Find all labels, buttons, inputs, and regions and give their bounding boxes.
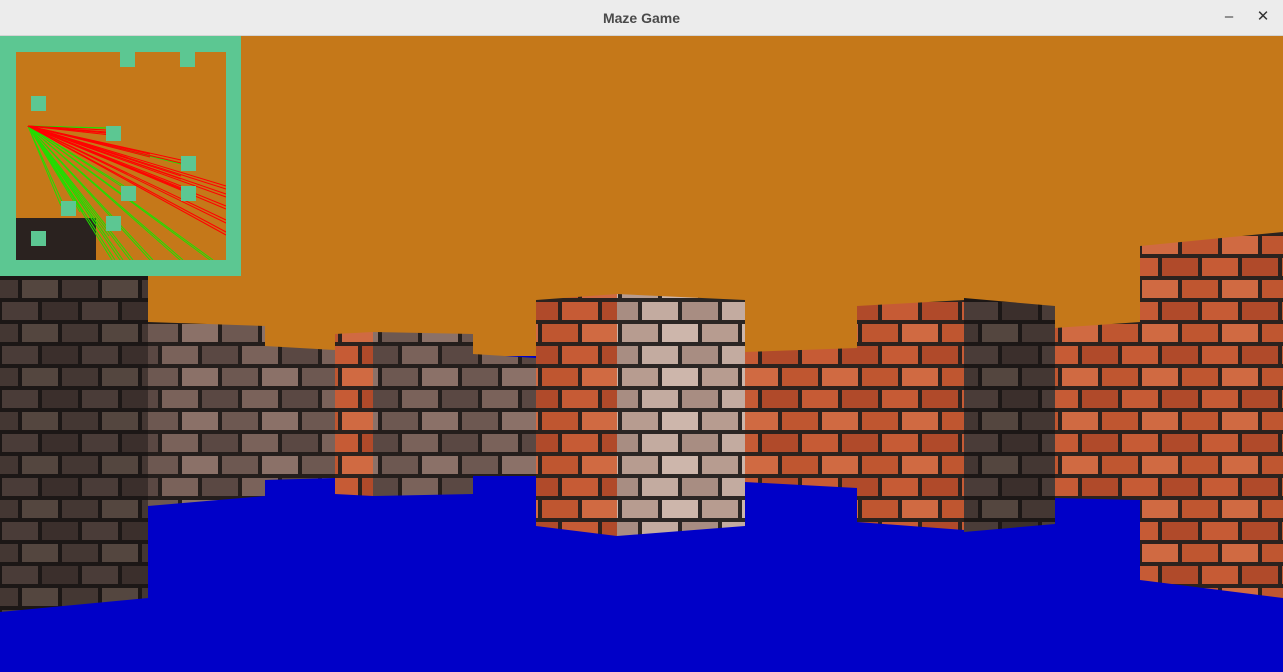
minimap-bottom-wall [0,260,241,276]
minimap-wall-block [106,216,121,231]
minimap-wall-block [120,52,135,67]
minimap-wall-block [180,52,195,67]
game-viewport[interactable] [0,36,1283,672]
close-button[interactable]: ✕ [1251,6,1275,30]
game-window: Maze Game – ✕ [0,0,1283,672]
raycast-scene [0,36,1283,672]
minimap-wall-block [181,156,196,171]
minimap-wall-view [16,218,96,260]
minimap-wall-block [31,231,46,246]
wall-segment [373,332,536,496]
wall-segment [148,322,265,506]
wall-segment [265,346,335,480]
minimap-wall-block [106,126,121,141]
minimize-button[interactable]: – [1217,6,1241,30]
minimap-wall-block [181,186,196,201]
wall-segment [1055,322,1140,500]
minimap [0,36,241,276]
wall-segment [0,274,148,612]
wall-segment [964,298,1055,532]
wall-segment [536,294,617,536]
window-title: Maze Game [602,10,681,26]
minimap-wall-block [31,96,46,111]
wall-segment [617,294,745,536]
wall-segment [1140,232,1283,598]
minimap-wall-block [121,186,136,201]
title-bar: Maze Game – ✕ [0,0,1283,36]
minimap-wall-block [61,201,76,216]
wall-segment [335,332,373,496]
minimap-right-wall [226,36,241,276]
